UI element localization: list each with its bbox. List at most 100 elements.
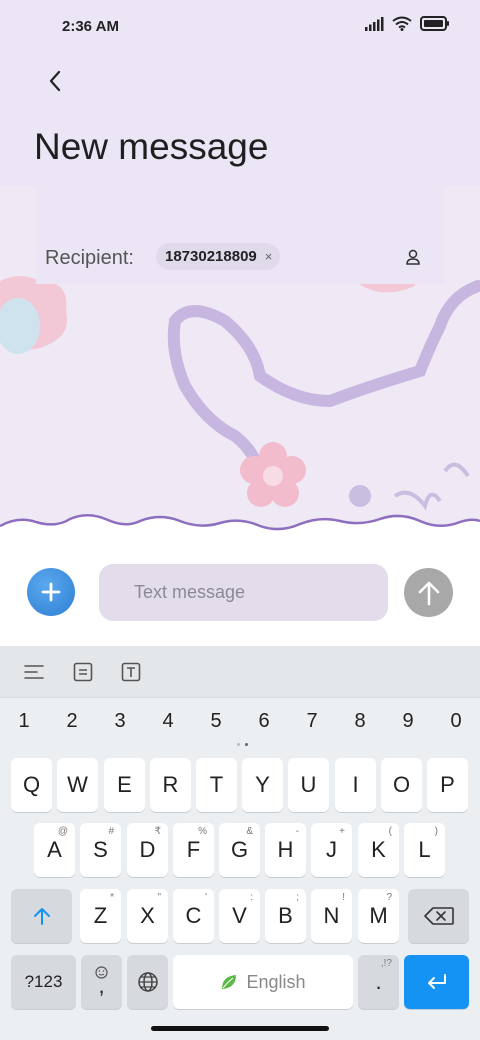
key-2[interactable]: 2 (57, 710, 87, 733)
key-label: Z (93, 903, 108, 928)
key-label: O (392, 772, 411, 797)
key-p[interactable]: P (427, 758, 468, 812)
key-v[interactable]: :V (219, 889, 260, 943)
text-message-input[interactable]: Text message (99, 564, 388, 621)
plus-icon (41, 582, 61, 602)
text-align-icon[interactable] (22, 661, 46, 683)
recipient-label: Recipient: (45, 247, 134, 269)
key-i[interactable]: I (335, 758, 376, 812)
key-label: S (93, 837, 108, 862)
text-format-icon[interactable] (119, 661, 143, 683)
header: New message (0, 56, 480, 186)
key-5[interactable]: 5 (201, 710, 231, 733)
key-1[interactable]: 1 (9, 710, 39, 733)
key-8[interactable]: 8 (345, 710, 375, 733)
key-hint: ) (434, 826, 438, 837)
key-hint: + (339, 826, 345, 837)
key-hint: * (110, 892, 114, 903)
back-arrow-icon (49, 70, 61, 92)
key-u[interactable]: U (288, 758, 329, 812)
key-s[interactable]: # S (80, 823, 121, 877)
key-m[interactable]: ? M (358, 889, 399, 943)
period-key[interactable]: ,!? . (358, 955, 399, 1009)
key-3[interactable]: 3 (105, 710, 135, 733)
key-h[interactable]: -H (265, 823, 306, 877)
backspace-icon (423, 907, 454, 925)
key-r[interactable]: R (150, 758, 191, 812)
shift-arrow-icon (33, 908, 50, 925)
key-e[interactable]: E (104, 758, 145, 812)
emoji-comma-key[interactable]: , (81, 955, 122, 1009)
key-label: I (352, 772, 359, 797)
key-c[interactable]: ' C (173, 889, 214, 943)
battery-icon (420, 16, 449, 31)
key-label: L (418, 837, 431, 862)
key-b[interactable]: ; B (265, 889, 306, 943)
key-k[interactable]: (K (358, 823, 399, 877)
key-g[interactable]: & G (219, 823, 260, 877)
key-n[interactable]: ! N (311, 889, 352, 943)
back-button[interactable] (38, 66, 72, 96)
key-q[interactable]: Q (11, 758, 52, 812)
page-title: New message (34, 126, 269, 167)
space-key[interactable]: English (173, 955, 353, 1009)
key-d[interactable]: ₹ D (127, 823, 168, 877)
symbols-key[interactable]: ?123 (11, 955, 76, 1009)
key-4[interactable]: 4 (153, 710, 183, 733)
home-indicator[interactable] (151, 1026, 329, 1031)
key-label: Q (22, 772, 41, 797)
clipboard-icon[interactable] (71, 661, 95, 683)
key-hint: ? (386, 892, 392, 903)
key-w[interactable]: W (57, 758, 98, 812)
add-attachment-button[interactable] (27, 568, 75, 616)
key-t[interactable]: T (196, 758, 237, 812)
key-label: R (162, 772, 179, 797)
key-label: W (67, 772, 88, 797)
key-j[interactable]: + J (311, 823, 352, 877)
send-button[interactable] (404, 568, 453, 617)
key-label: Y (255, 772, 270, 797)
key-label: M (369, 903, 388, 928)
send-arrow-icon (418, 581, 439, 605)
key-hint: - (295, 826, 299, 837)
key-0[interactable]: 0 (441, 710, 471, 733)
key-label: N (323, 903, 340, 928)
key-label: J (326, 837, 337, 862)
period-label: . (375, 969, 382, 994)
language-key[interactable] (127, 955, 168, 1009)
key-label: P (440, 772, 455, 797)
key-label: X (140, 903, 155, 928)
key-l[interactable]: ) L (404, 823, 445, 877)
key-label: G (230, 837, 249, 862)
key-hint: @ (57, 826, 68, 837)
keyboard-toolbar (0, 646, 480, 698)
key-hint: & (246, 826, 253, 837)
page-indicator (237, 743, 248, 746)
key-y[interactable]: Y (242, 758, 283, 812)
key-o[interactable]: O (381, 758, 422, 812)
contact-person-icon[interactable] (404, 248, 422, 266)
chip-remove-icon[interactable]: × (265, 249, 273, 264)
comma-label: , (98, 972, 105, 998)
enter-key[interactable] (404, 955, 469, 1009)
page-dot-active (245, 743, 248, 746)
key-a[interactable]: @ A (34, 823, 75, 877)
shift-key[interactable] (11, 889, 72, 943)
recipient-chip[interactable]: 18730218809 × (156, 243, 281, 270)
key-label: F (186, 837, 201, 862)
key-hint: % (198, 826, 207, 837)
globe-icon (137, 972, 158, 992)
key-6[interactable]: 6 (249, 710, 279, 733)
backspace-key[interactable] (408, 889, 469, 943)
symbols-key-label: ?123 (24, 972, 63, 991)
key-z[interactable]: * Z (80, 889, 121, 943)
page-dot (237, 743, 240, 746)
key-hint: # (108, 826, 114, 837)
key-f[interactable]: % F (173, 823, 214, 877)
key-label: K (371, 837, 386, 862)
key-label: E (117, 772, 132, 797)
key-9[interactable]: 9 (393, 710, 423, 733)
key-7[interactable]: 7 (297, 710, 327, 733)
key-x[interactable]: " X (127, 889, 168, 943)
key-hint: : (250, 892, 253, 903)
